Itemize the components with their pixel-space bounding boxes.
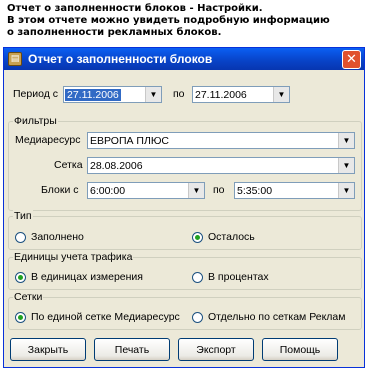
chevron-down-icon[interactable]: ▼ [188, 183, 204, 198]
radio-selected-icon [15, 311, 26, 323]
radio-icon [192, 311, 203, 323]
grids-group-title: Сетки [13, 291, 44, 303]
filters-group-title: Фильтры [13, 115, 58, 127]
grids-separate-radio[interactable]: Отдельно по сеткам Реклам [192, 311, 345, 323]
title-bar[interactable]: ▤ Отчет о заполненности блоков ✕ [4, 48, 364, 70]
units-group: Единицы учета трафика В единицах измерен… [8, 251, 362, 290]
type-group-title: Тип [13, 210, 33, 222]
report-settings-window: ▤ Отчет о заполненности блоков ✕ Период … [3, 47, 365, 368]
blocks-to-select[interactable]: 5:35:00 ▼ [234, 182, 355, 199]
grid-value: 28.08.2006 [90, 159, 143, 172]
intro-line-2: В этом отчете можно увидеть подробную ин… [7, 15, 330, 26]
media-label: Медиаресурс [15, 134, 81, 146]
type-remaining-label: Осталось [208, 231, 255, 243]
blocks-from-select[interactable]: 6:00:00 ▼ [87, 182, 205, 199]
grids-group: Сетки По единой сетке Медиаресурс Отдель… [8, 291, 362, 330]
chevron-down-icon[interactable]: ▼ [273, 87, 289, 102]
units-measure-radio[interactable]: В единицах измерения [15, 271, 143, 283]
type-filled-radio[interactable]: Заполнено [15, 231, 84, 243]
intro-text: Отчет о заполненности блоков - Настройки… [7, 3, 362, 39]
grid-select[interactable]: 28.08.2006 ▼ [87, 157, 355, 174]
media-select[interactable]: ЕВРОПА ПЛЮС ▼ [87, 132, 355, 149]
blocks-from-label: Блоки с [41, 184, 79, 196]
blocks-to-value: 5:35:00 [237, 184, 273, 197]
intro-line-3: о заполненности рекламных блоков. [7, 27, 222, 38]
help-button[interactable]: Помощь [262, 338, 338, 361]
units-measure-label: В единицах измерения [31, 271, 143, 283]
type-filled-label: Заполнено [31, 231, 84, 243]
chevron-down-icon[interactable]: ▼ [338, 158, 354, 173]
print-button[interactable]: Печать [94, 338, 170, 361]
type-remaining-radio[interactable]: Осталось [192, 231, 255, 243]
period-from-value: 27.11.2006 [65, 88, 121, 101]
chevron-down-icon[interactable]: ▼ [338, 183, 354, 198]
blocks-to-label: по [213, 184, 225, 196]
media-value: ЕВРОПА ПЛЮС [90, 134, 169, 147]
period-from-select[interactable]: 27.11.2006 ▼ [63, 86, 162, 103]
radio-selected-icon [192, 231, 203, 243]
grids-single-radio[interactable]: По единой сетке Медиаресурс [15, 311, 180, 323]
radio-icon [15, 231, 26, 243]
intro-line-1: Отчет о заполненности блоков - Настройки… [7, 3, 263, 14]
period-to-value: 27.11.2006 [195, 88, 247, 101]
export-button[interactable]: Экспорт [178, 338, 254, 361]
period-to-label: по [173, 88, 185, 100]
grids-single-label: По единой сетке Медиаресурс [31, 311, 180, 323]
report-icon: ▤ [8, 52, 22, 66]
radio-icon [192, 271, 203, 283]
close-window-button[interactable]: ✕ [342, 49, 361, 69]
grid-label: Сетка [54, 159, 83, 171]
period-from-label: Период с [13, 88, 58, 100]
close-icon: ✕ [346, 51, 357, 67]
blocks-from-value: 6:00:00 [90, 184, 126, 197]
window-title: Отчет о заполненности блоков [28, 52, 213, 66]
grids-separate-label: Отдельно по сеткам Реклам [208, 311, 346, 323]
filters-group: Фильтры Медиаресурс ЕВРОПА ПЛЮС ▼ Сетка … [8, 115, 362, 211]
close-button[interactable]: Закрыть [10, 338, 86, 361]
type-group: Тип Заполнено Осталось [8, 210, 362, 250]
period-to-select[interactable]: 27.11.2006 ▼ [192, 86, 290, 103]
chevron-down-icon[interactable]: ▼ [145, 87, 161, 102]
radio-selected-icon [15, 271, 26, 283]
units-group-title: Единицы учета трафика [13, 251, 134, 263]
chevron-down-icon[interactable]: ▼ [338, 133, 354, 148]
units-percent-label: В процентах [208, 271, 269, 283]
units-percent-radio[interactable]: В процентах [192, 271, 269, 283]
